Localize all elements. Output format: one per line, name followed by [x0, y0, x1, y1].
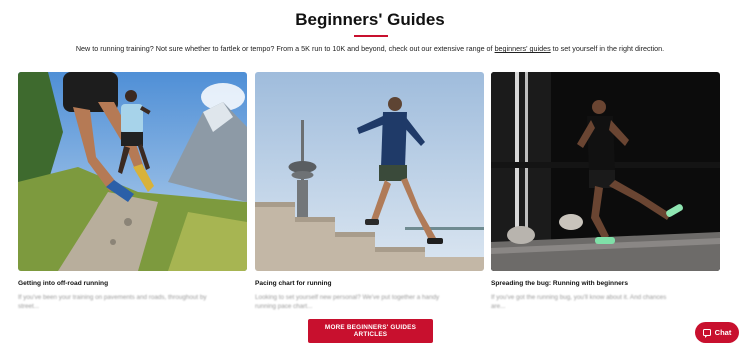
beginners-guides-link[interactable]: beginners' guides [495, 44, 551, 53]
article-card-off-road[interactable]: Getting into off-road running If you've … [18, 72, 247, 311]
pacing-chart-image[interactable] [255, 72, 484, 271]
running-with-beginners-image[interactable] [491, 72, 720, 271]
intro-text-end: to set yourself in the right direction. [550, 44, 665, 53]
article-card-running-beginners[interactable]: Spreading the bug: Running with beginner… [491, 72, 720, 311]
intro-text-start: New to running training? Not sure whethe… [75, 44, 495, 53]
card-title[interactable]: Pacing chart for running [255, 280, 484, 287]
chat-bubble-icon [702, 329, 711, 338]
chat-label: Chat [714, 328, 732, 337]
off-road-running-image[interactable] [18, 72, 247, 271]
title-underline [354, 35, 388, 37]
card-description: If you've been your training on pavement… [18, 294, 207, 311]
intro-text: New to running training? Not sure whethe… [0, 44, 740, 53]
card-description: Looking to set yourself new personal? We… [255, 294, 440, 311]
card-title[interactable]: Getting into off-road running [18, 280, 247, 287]
card-title[interactable]: Spreading the bug: Running with beginner… [491, 280, 720, 287]
more-beginners-guides-button[interactable]: MORE BEGINNERS' GUIDES ARTICLES [308, 319, 433, 343]
card-description: If you've got the running bug, you'll kn… [491, 294, 667, 311]
chat-button[interactable]: Chat [695, 322, 739, 343]
section-title: Beginners' Guides [295, 10, 445, 29]
article-card-pacing-chart[interactable]: Pacing chart for running Looking to set … [255, 72, 484, 311]
